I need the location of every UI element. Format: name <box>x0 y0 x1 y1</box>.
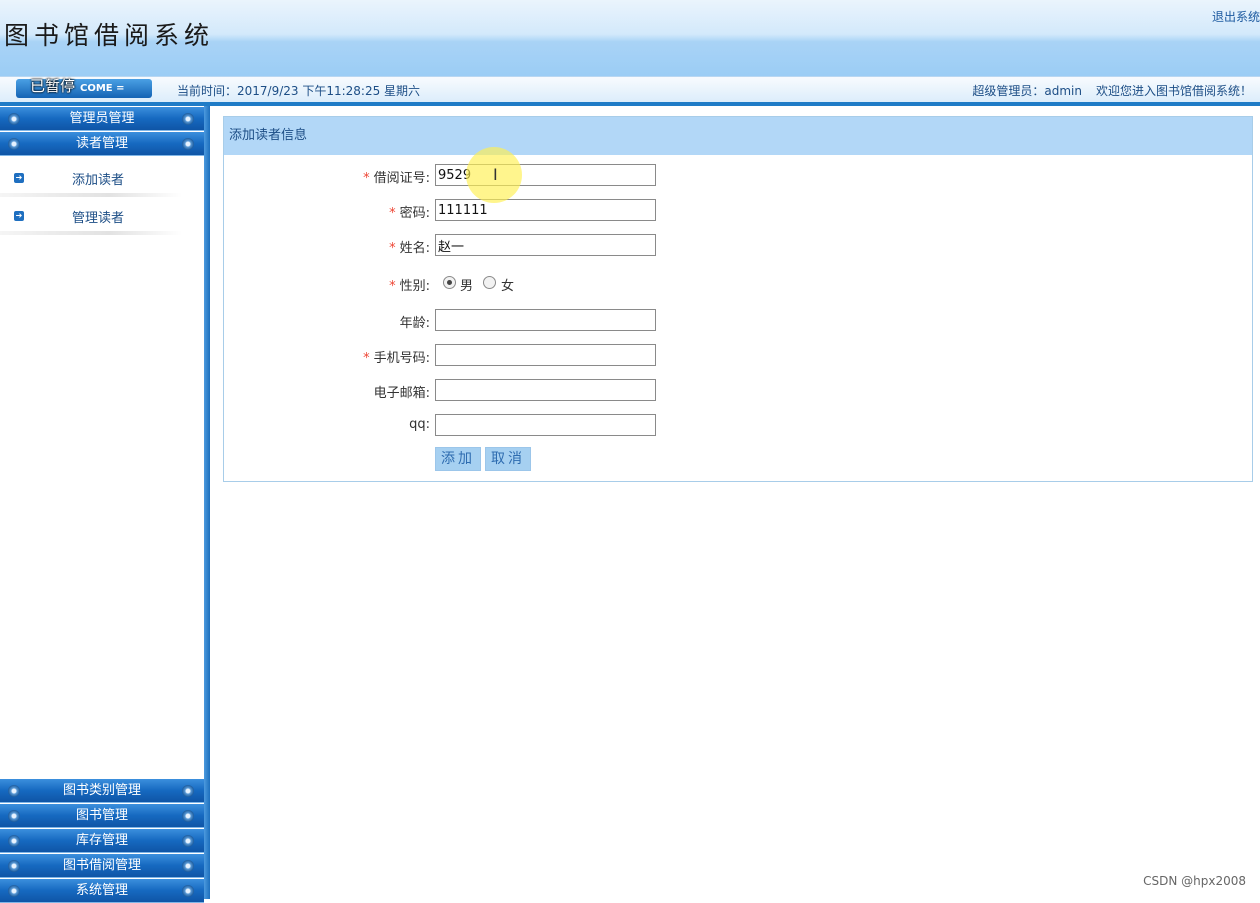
menu-book-management[interactable]: 图书管理 <box>0 804 204 828</box>
bullet-icon <box>182 810 194 822</box>
password-label: * 密码: <box>389 202 430 221</box>
menu-admin-management[interactable]: 管理员管理 <box>0 107 204 131</box>
text-cursor-icon: I <box>493 165 498 184</box>
age-label: 年龄: <box>399 316 430 331</box>
sidebar-item-add-reader[interactable]: ➔ 添加读者 <box>0 159 182 197</box>
menu-label: 图书管理 <box>75 808 128 823</box>
sidebar-item-manage-readers[interactable]: ➔ 管理读者 <box>0 197 182 235</box>
arrow-right-icon: ➔ <box>14 211 24 221</box>
required-mark: * <box>389 279 396 294</box>
menu-stock-management[interactable]: 库存管理 <box>0 829 204 853</box>
add-reader-panel: 添加读者信息 *借阅证号: *密码: *姓名: *性别: 男 女 年龄: *手机… <box>223 116 1253 482</box>
required-mark: * <box>363 351 370 366</box>
gender-label: * 性别: <box>389 275 430 294</box>
gender-male-radio[interactable] <box>443 276 456 289</box>
current-time: 当前时间：2017/9/23 下午11:28:25 星期六 <box>177 84 421 98</box>
qq-row: qq: <box>224 414 1252 436</box>
required-mark: * <box>389 206 396 221</box>
email-row: 电子邮箱: <box>224 379 1252 401</box>
menu-reader-management[interactable]: 读者管理 <box>0 132 204 156</box>
gender-female-label: 女 <box>501 279 515 294</box>
bullet-icon <box>182 835 194 847</box>
sidebar-item-label: 添加读者 <box>72 173 125 188</box>
card-no-label-text: 借阅证号: <box>373 171 430 186</box>
phone-label-text: 手机号码: <box>373 351 430 366</box>
phone-row: * 手机号码: <box>224 344 1252 366</box>
welcome-text: COME <box>80 83 113 94</box>
menu-label: 图书借阅管理 <box>62 858 141 873</box>
menu-label: 库存管理 <box>75 833 128 848</box>
card-no-label: * 借阅证号: <box>363 167 430 186</box>
app-title: 图书馆借阅系统 <box>4 21 215 50</box>
password-input[interactable] <box>435 199 656 221</box>
bullet-icon <box>182 138 194 150</box>
logout-link[interactable]: 退出系统 <box>1212 8 1260 25</box>
phone-label: * 手机号码: <box>363 347 430 366</box>
bullet-icon <box>8 860 20 872</box>
bullet-icon <box>182 885 194 897</box>
qq-label: qq: <box>409 417 430 432</box>
gender-female-radio[interactable] <box>483 276 496 289</box>
age-row: 年龄: <box>224 309 1252 331</box>
panel-title: 添加读者信息 <box>224 117 1252 155</box>
bullet-icon <box>8 810 20 822</box>
sidebar-item-label: 管理读者 <box>72 211 125 226</box>
status-bar: COME = 已暂停 当前时间：2017/9/23 下午11:28:25 星期六… <box>0 76 1260 102</box>
arrow-right-icon: ➔ <box>14 173 24 183</box>
gender-label-text: 性别: <box>399 279 430 294</box>
phone-input[interactable] <box>435 344 656 366</box>
bullet-icon <box>8 113 20 125</box>
age-input[interactable] <box>435 309 656 331</box>
menu-system-management[interactable]: 系统管理 <box>0 879 204 903</box>
bullet-icon <box>182 860 194 872</box>
name-row: * 姓名: <box>224 234 1252 256</box>
header: 图书馆借阅系统 退出系统 <box>0 0 1260 76</box>
name-label-text: 姓名: <box>399 241 430 256</box>
item-divider <box>0 231 182 235</box>
menu-label: 读者管理 <box>75 136 128 151</box>
bullet-icon <box>8 785 20 797</box>
menu-label: 图书类别管理 <box>62 783 141 798</box>
bullet-icon <box>8 885 20 897</box>
watermark: CSDN @hpx2008 <box>1143 874 1246 888</box>
bullet-icon <box>182 113 194 125</box>
sidebar: 管理员管理 读者管理 ➔ 添加读者 ➔ 管理读者 图书类别管理 图书管理 库存管… <box>0 106 204 903</box>
bullet-icon <box>8 835 20 847</box>
menu-borrow-management[interactable]: 图书借阅管理 <box>0 854 204 878</box>
bullet-icon <box>182 785 194 797</box>
sidebar-splitter[interactable] <box>204 106 210 899</box>
password-label-text: 密码: <box>399 206 430 221</box>
bullet-icon <box>8 138 20 150</box>
greeting-text: 欢迎您进入图书馆借阅系统！ <box>1095 84 1252 98</box>
cancel-button[interactable]: 取消 <box>485 447 531 471</box>
card-no-row: * 借阅证号: <box>224 164 1252 186</box>
paused-overlay: 已暂停 <box>30 77 76 95</box>
menu-book-category-management[interactable]: 图书类别管理 <box>0 779 204 803</box>
required-mark: * <box>389 241 396 256</box>
menu-label: 系统管理 <box>75 883 128 898</box>
admin-label: 超级管理员：admin <box>972 84 1082 98</box>
menu-label: 管理员管理 <box>69 111 135 126</box>
qq-input[interactable] <box>435 414 656 436</box>
gender-row: * 性别: 男 女 <box>224 272 1252 294</box>
password-row: * 密码: <box>224 199 1252 221</box>
add-button[interactable]: 添加 <box>435 447 481 471</box>
gender-male-label: 男 <box>460 279 474 294</box>
required-mark: * <box>363 171 370 186</box>
user-info: 超级管理员：admin 欢迎您进入图书馆借阅系统！ <box>972 82 1252 99</box>
name-input[interactable] <box>435 234 656 256</box>
email-input[interactable] <box>435 379 656 401</box>
email-label: 电子邮箱: <box>373 386 430 401</box>
name-label: * 姓名: <box>389 237 430 256</box>
